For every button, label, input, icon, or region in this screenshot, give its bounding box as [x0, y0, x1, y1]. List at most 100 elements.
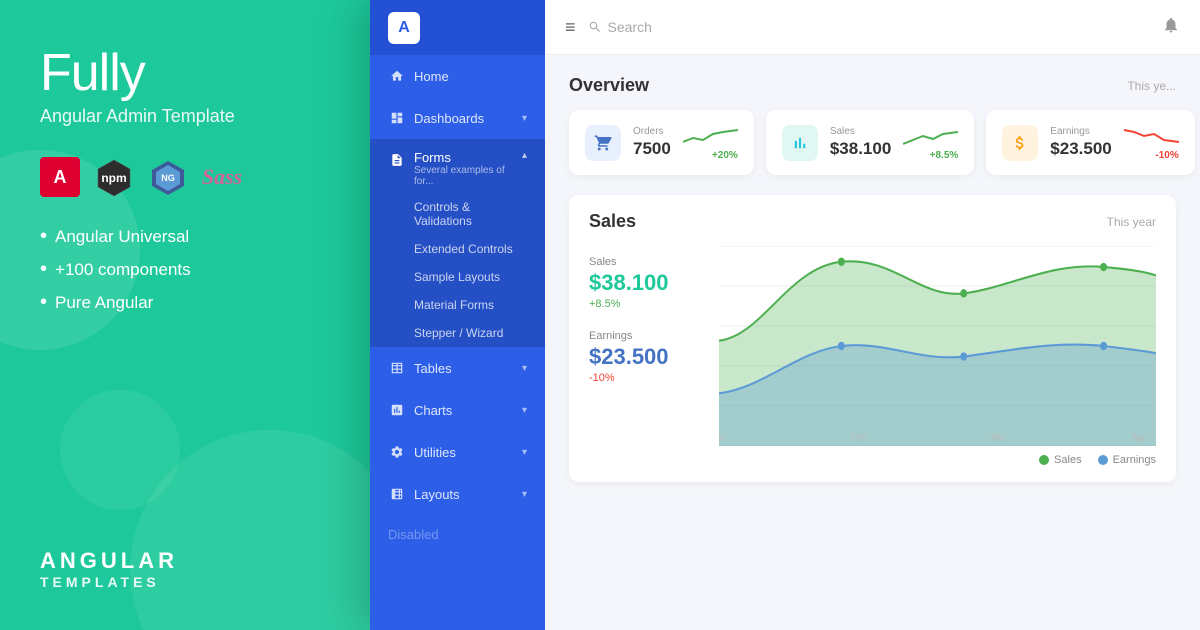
- sidebar-item-label-disabled: Disabled: [388, 527, 527, 542]
- sales-chart-svg: $25,000 $20,000 $15,000 $10,000 $5,000 $…: [719, 246, 1156, 446]
- sidebar-item-label-charts: Charts: [414, 403, 522, 418]
- earnings-stat-pct: -10%: [589, 372, 699, 384]
- sass-icon: Sass: [202, 157, 242, 197]
- layers-icon: NG: [148, 157, 188, 197]
- orders-label: Orders: [633, 126, 671, 137]
- bell-icon: [1162, 16, 1180, 34]
- sidebar-item-charts[interactable]: Charts ▾: [370, 389, 545, 431]
- stat-card-orders: Orders 7500 +20%: [569, 110, 754, 175]
- svg-text:npm: npm: [101, 171, 126, 185]
- sales-stat-label: Sales: [589, 256, 699, 268]
- tech-icons-row: A npm NG Sass: [40, 157, 330, 197]
- search-placeholder: Search: [608, 19, 652, 35]
- orders-trend: +20%: [683, 150, 738, 161]
- legend-earnings: Earnings: [1098, 454, 1156, 466]
- home-icon: [388, 67, 406, 85]
- notification-bell[interactable]: [1162, 16, 1180, 39]
- sidebar-item-tables[interactable]: Tables ▾: [370, 347, 545, 389]
- logo-badge: A: [388, 12, 420, 44]
- sales-value: $38.100: [830, 139, 891, 159]
- earnings-sparkline: [1124, 124, 1179, 148]
- left-panel: Fully Angular Admin Template A npm NG Sa…: [0, 0, 370, 630]
- feature-item-1: Angular Universal: [40, 225, 330, 248]
- topbar: ≡ Search: [545, 0, 1200, 55]
- sidebar: A Home Dashboards ▾: [370, 0, 545, 630]
- svg-text:Jan: Jan: [719, 432, 726, 444]
- sales-icon: [791, 134, 809, 152]
- orders-icon: [594, 134, 612, 152]
- sales-body: Sales $38.100 +8.5% Earnings $23.500 -10…: [589, 246, 1156, 446]
- sidebar-logo: A: [370, 0, 545, 55]
- legend-dot-earnings: [1098, 455, 1108, 465]
- stat-card-sales: Sales $38.100 +8.5%: [766, 110, 974, 175]
- forms-subitem-extended[interactable]: Extended Controls: [370, 235, 545, 263]
- svg-text:Mar: Mar: [991, 432, 1007, 444]
- sidebar-item-label-utilities: Utilities: [414, 445, 522, 460]
- sidebar-item-label-layouts: Layouts: [414, 487, 522, 502]
- sidebar-item-label-tables: Tables: [414, 361, 522, 376]
- sidebar-item-label-home: Home: [414, 69, 527, 84]
- sidebar-item-utilities[interactable]: Utilities ▾: [370, 431, 545, 473]
- earnings-label: Earnings: [1050, 126, 1111, 137]
- utilities-chevron: ▾: [522, 447, 527, 458]
- layouts-icon: [388, 485, 406, 503]
- main-content: ≡ Search Overview This ye...: [545, 0, 1200, 630]
- forms-subitem-controls[interactable]: Controls & Validations: [370, 193, 545, 235]
- sales-header: Sales This year: [589, 211, 1156, 232]
- earnings-stat-value: $23.500: [589, 344, 699, 370]
- earnings-icon-wrap: [1002, 125, 1038, 161]
- stat-cards-row: Orders 7500 +20%: [569, 110, 1176, 175]
- sidebar-item-label-dashboards: Dashboards: [414, 111, 522, 126]
- sidebar-item-layouts[interactable]: Layouts ▾: [370, 473, 545, 515]
- feature-item-2: +100 components: [40, 258, 330, 281]
- legend-earnings-label: Earnings: [1113, 454, 1156, 466]
- forms-subitem-stepper[interactable]: Stepper / Wizard: [370, 319, 545, 347]
- svg-text:Apr: Apr: [1132, 432, 1146, 444]
- dashboards-chevron: ▾: [522, 113, 527, 124]
- legend-sales: Sales: [1039, 454, 1082, 466]
- sidebar-item-home[interactable]: Home: [370, 55, 545, 97]
- hexagon-icon: npm: [94, 157, 134, 197]
- forms-icon: [388, 151, 406, 169]
- orders-sparkline: [683, 124, 738, 148]
- forms-subitem-sample[interactable]: Sample Layouts: [370, 263, 545, 291]
- bottom-brand-line2: TEMPLATES: [40, 574, 178, 590]
- stat-card-earnings: Earnings $23.500 -10%: [986, 110, 1194, 175]
- angular-icon: A: [40, 157, 80, 197]
- sales-section: Sales This year Sales $38.100 +8.5% Earn…: [569, 195, 1176, 482]
- charts-icon: [388, 401, 406, 419]
- sales-icon-wrap: [782, 125, 818, 161]
- feature-list: Angular Universal +100 components Pure A…: [40, 225, 330, 314]
- overview-title: Overview: [569, 75, 649, 96]
- sidebar-item-dashboards[interactable]: Dashboards ▾: [370, 97, 545, 139]
- sales-sparkline: [903, 124, 958, 148]
- bottom-brand-line1: ANGULAR: [40, 548, 178, 574]
- utilities-icon: [388, 443, 406, 461]
- dashboard-icon: [388, 109, 406, 127]
- bottom-brand: ANGULAR TEMPLATES: [40, 548, 178, 590]
- forms-chevron: ▴: [522, 150, 527, 161]
- layouts-chevron: ▾: [522, 489, 527, 500]
- forms-subitem-material[interactable]: Material Forms: [370, 291, 545, 319]
- sidebar-item-forms-expanded: Forms Several examples of for... ▴ Contr…: [370, 139, 545, 347]
- sidebar-item-forms[interactable]: Forms Several examples of for... ▴: [370, 139, 545, 193]
- search-bar[interactable]: Search: [588, 19, 1150, 35]
- sales-trend: +8.5%: [903, 150, 958, 161]
- feature-item-3: Pure Angular: [40, 291, 330, 314]
- tables-icon: [388, 359, 406, 377]
- orders-value: 7500: [633, 139, 671, 159]
- sales-stats: Sales $38.100 +8.5% Earnings $23.500 -10…: [589, 246, 699, 446]
- earnings-value: $23.500: [1050, 139, 1111, 159]
- search-icon: [588, 20, 602, 34]
- svg-text:NG: NG: [161, 173, 175, 183]
- brand-title: Fully: [40, 45, 330, 102]
- orders-icon-wrap: [585, 125, 621, 161]
- chart-area: $25,000 $20,000 $15,000 $10,000 $5,000 $…: [719, 246, 1156, 446]
- sales-period: This year: [1107, 215, 1156, 229]
- overview-period: This ye...: [1127, 79, 1176, 93]
- earnings-stat-label: Earnings: [589, 330, 699, 342]
- menu-button[interactable]: ≡: [565, 17, 576, 38]
- brand-subtitle: Angular Admin Template: [40, 106, 330, 127]
- sales-label: Sales: [830, 126, 891, 137]
- earnings-icon: [1011, 134, 1029, 152]
